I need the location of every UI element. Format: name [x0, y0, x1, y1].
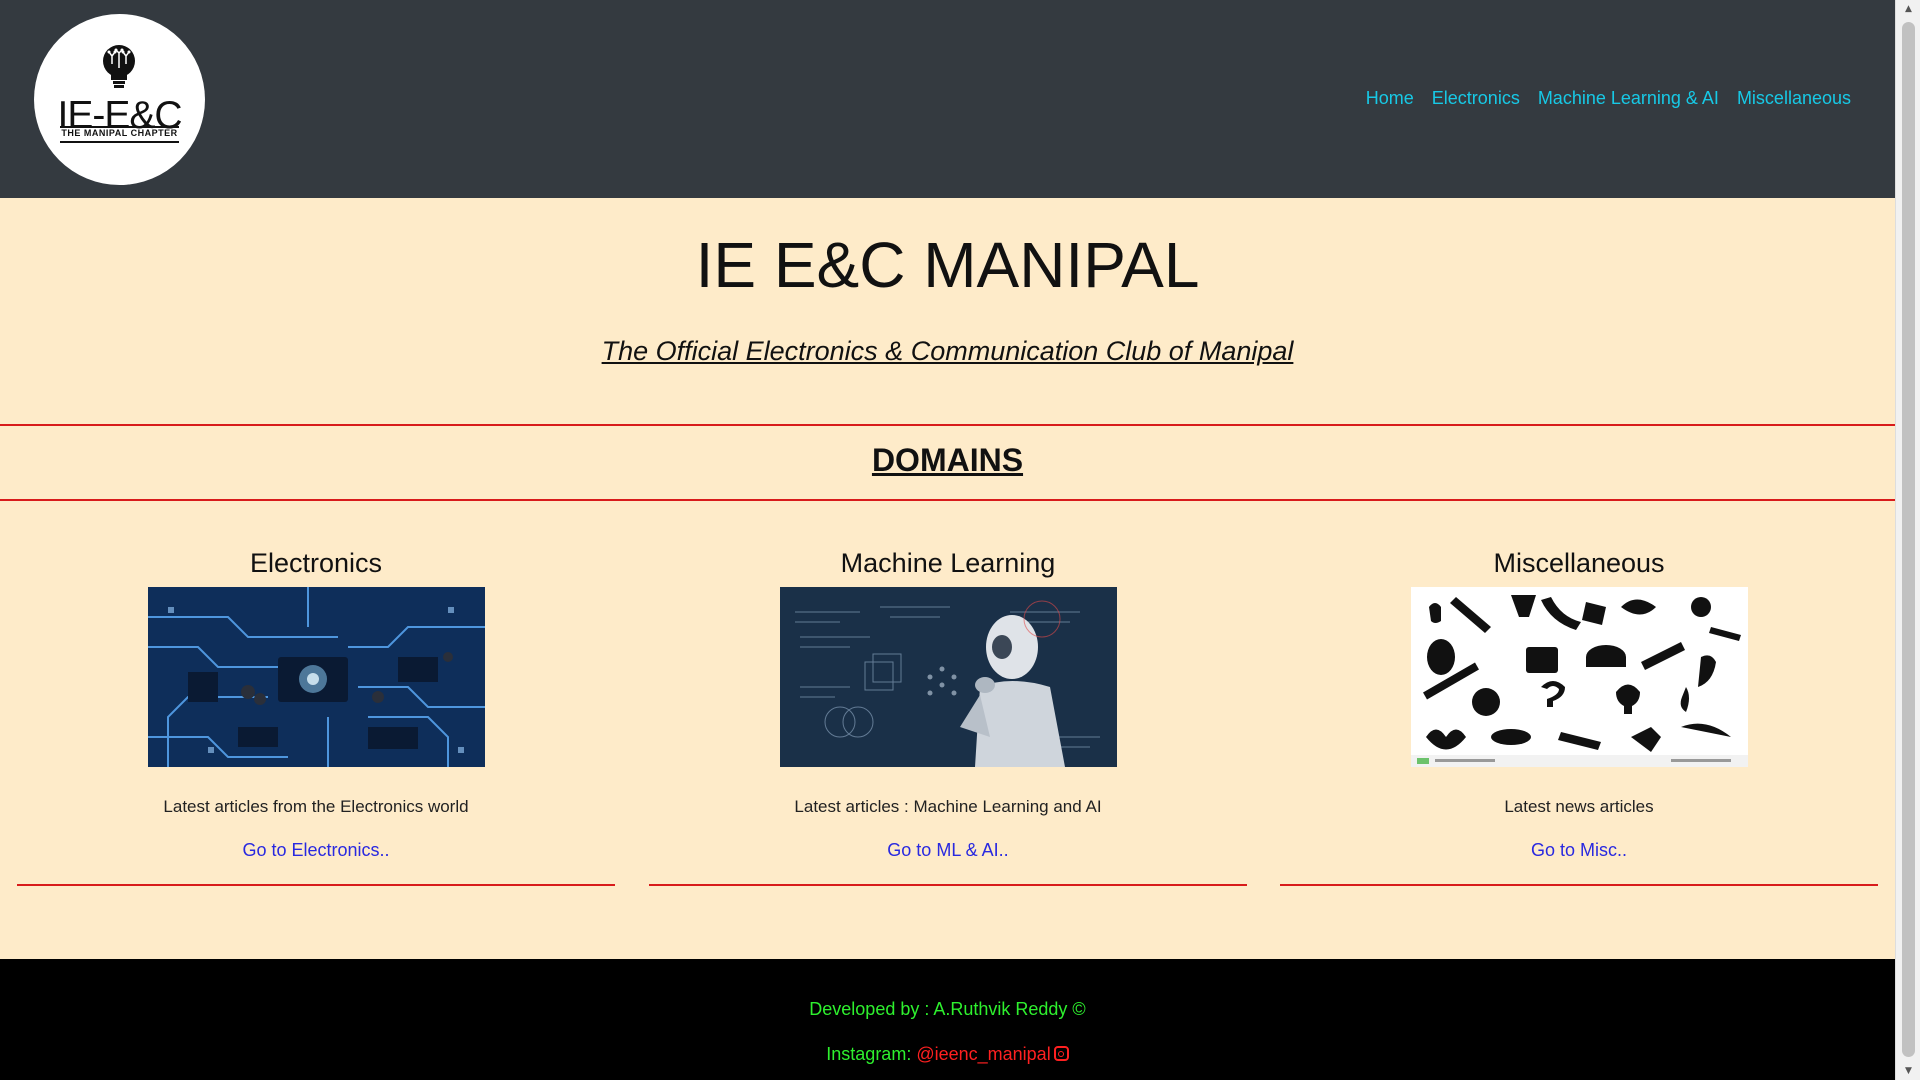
go-to-misc-link[interactable]: Go to Misc..: [1531, 840, 1627, 861]
card-title: Machine Learning: [840, 548, 1056, 578]
scroll-up-arrow-icon[interactable]: ▲: [1896, 0, 1920, 18]
card-divider: [1280, 884, 1878, 886]
domain-card-electronics: Electronics Latest articles from the Ele…: [17, 545, 615, 886]
card-description: Latest articles : Machine Learning and A…: [794, 797, 1102, 816]
card-title: Miscellaneous: [1493, 548, 1665, 578]
header: IE-E&C THE MANIPAL CHAPTER Home Electron…: [0, 0, 1895, 198]
domain-card-miscellaneous: Miscellaneous Latest news articles Go to…: [1280, 545, 1878, 886]
page-subtitle: The Official Electronics & Communication…: [601, 336, 1294, 366]
card-description: Latest news articles: [1504, 797, 1654, 816]
nav-machine-learning[interactable]: Machine Learning & AI: [1538, 88, 1719, 109]
developer-credit: Developed by : A.Ruthvik Reddy ©: [809, 999, 1086, 1019]
scroll-down-arrow-icon[interactable]: ▼: [1896, 1062, 1920, 1080]
nav-electronics[interactable]: Electronics: [1432, 88, 1520, 109]
robot-thinking-image: [779, 587, 1117, 767]
instagram-icon: [1053, 1046, 1069, 1061]
main-nav: Home Electronics Machine Learning & AI M…: [1366, 88, 1851, 109]
card-title: Electronics: [249, 548, 383, 578]
card-description: Latest articles from the Electronics wor…: [163, 797, 469, 816]
nav-miscellaneous[interactable]: Miscellaneous: [1737, 88, 1851, 109]
section-divider: [0, 499, 1895, 501]
logo-divider: [60, 141, 179, 143]
misc-icons-collage-image: [1410, 587, 1748, 767]
instagram-line: Instagram: @ieenc_manipal: [0, 1044, 1895, 1065]
go-to-electronics-link[interactable]: Go to Electronics..: [242, 840, 389, 861]
instagram-handle: @ieenc_manipal: [916, 1044, 1051, 1064]
page-title: IE E&C MANIPAL: [695, 229, 1200, 301]
page: IE-E&C THE MANIPAL CHAPTER Home Electron…: [0, 0, 1895, 1080]
domain-card-machine-learning: Machine Learning Latest articles: Machi…: [649, 545, 1247, 886]
domains-heading: DOMAINS: [871, 442, 1024, 478]
scrollbar-thumb[interactable]: [1902, 22, 1915, 1057]
go-to-ml-link[interactable]: Go to ML & AI..: [887, 840, 1008, 861]
card-divider: [649, 884, 1247, 886]
circuit-board-image: [147, 587, 485, 767]
lightbulb-icon: [103, 45, 135, 88]
vertical-scrollbar[interactable]: ▲ ▼: [1895, 0, 1920, 1080]
nav-home[interactable]: Home: [1366, 88, 1414, 109]
footer: Developed by : A.Ruthvik Reddy © Instagr…: [0, 959, 1895, 1080]
section-divider: [0, 424, 1895, 426]
card-divider: [17, 884, 615, 886]
instagram-label: Instagram:: [826, 1044, 912, 1064]
instagram-link[interactable]: @ieenc_manipal: [916, 1044, 1069, 1064]
site-logo[interactable]: IE-E&C THE MANIPAL CHAPTER: [34, 14, 205, 185]
logo-subtitle: THE MANIPAL CHAPTER: [61, 128, 178, 138]
